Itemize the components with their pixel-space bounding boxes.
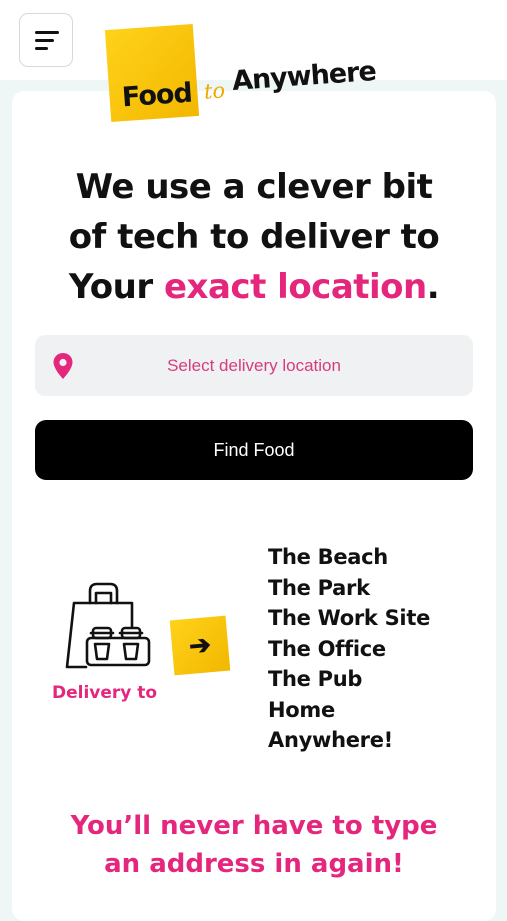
hero-line-3-start: Your — [68, 267, 164, 307]
hero-line-2: of tech to deliver to — [68, 217, 440, 257]
place-item: The Work Site — [268, 606, 431, 630]
food-to-anywhere-logo[interactable]: Food to Anywhere — [104, 24, 406, 125]
place-item: The Beach — [268, 545, 388, 569]
hero-headline: We use a clever bit of tech to deliver t… — [12, 162, 496, 312]
delivery-location-field[interactable]: Select delivery location — [35, 335, 473, 396]
menu-button[interactable] — [19, 13, 73, 67]
hero-line-1: We use a clever bit — [75, 167, 433, 207]
logo-word-to: to — [203, 78, 226, 104]
place-item: The Office — [268, 636, 386, 661]
place-item: The Pub — [268, 667, 363, 691]
logo-word-food: Food — [121, 77, 193, 114]
hero-highlight: exact location — [163, 267, 427, 307]
delivery-places-list: The Beach The Park The Work Site The Off… — [268, 542, 430, 756]
hamburger-line — [35, 39, 54, 42]
place-item: Home — [268, 697, 335, 722]
delivery-to-label: Delivery to — [52, 683, 158, 703]
hamburger-menu-icon — [35, 31, 59, 34]
hero-line-3-end: . — [426, 267, 440, 307]
logo-word-anywhere: Anywhere — [231, 56, 377, 97]
tagline: You’ll never have to type an address in … — [12, 807, 496, 883]
tagline-line-2: an address in again! — [104, 849, 404, 879]
delivery-location-placeholder: Select delivery location — [167, 356, 341, 375]
tagline-line-1: You’ll never have to type — [70, 811, 438, 841]
main-card: We use a clever bit of tech to deliver t… — [12, 91, 496, 921]
hero-line-3: Your exact location. — [12, 262, 496, 312]
place-item: Anywhere! — [268, 728, 393, 752]
arrow-right-icon: ➔ — [169, 615, 231, 676]
find-food-button[interactable]: Find Food — [35, 420, 473, 480]
hamburger-line — [35, 47, 48, 50]
takeaway-bag-icon — [65, 582, 151, 669]
place-item: The Park — [268, 575, 370, 600]
